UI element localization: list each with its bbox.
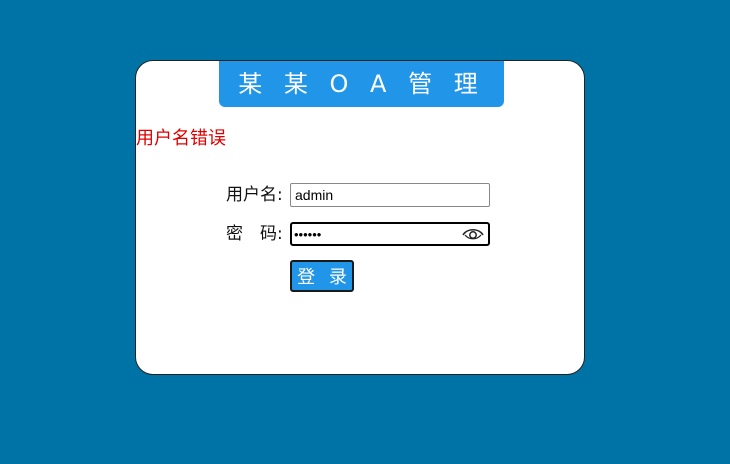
password-field[interactable] (290, 222, 490, 246)
username-label: 用户名: (226, 185, 283, 205)
password-label: 密码: (226, 223, 283, 245)
error-message: 用户名错误 (136, 128, 226, 149)
password-label-char1: 密 (226, 224, 243, 244)
password-label-char2: 码: (260, 224, 283, 244)
password-input[interactable] (292, 224, 462, 244)
app-title: 某 某 O A 管 理 系 统 (219, 61, 504, 144)
login-panel: 某 某 O A 管 理 系 统 用户名错误 用户名: 密码: 登 录 (135, 60, 585, 375)
eye-icon[interactable] (462, 226, 484, 242)
login-button[interactable]: 登 录 (290, 260, 354, 292)
username-input[interactable] (290, 183, 490, 207)
